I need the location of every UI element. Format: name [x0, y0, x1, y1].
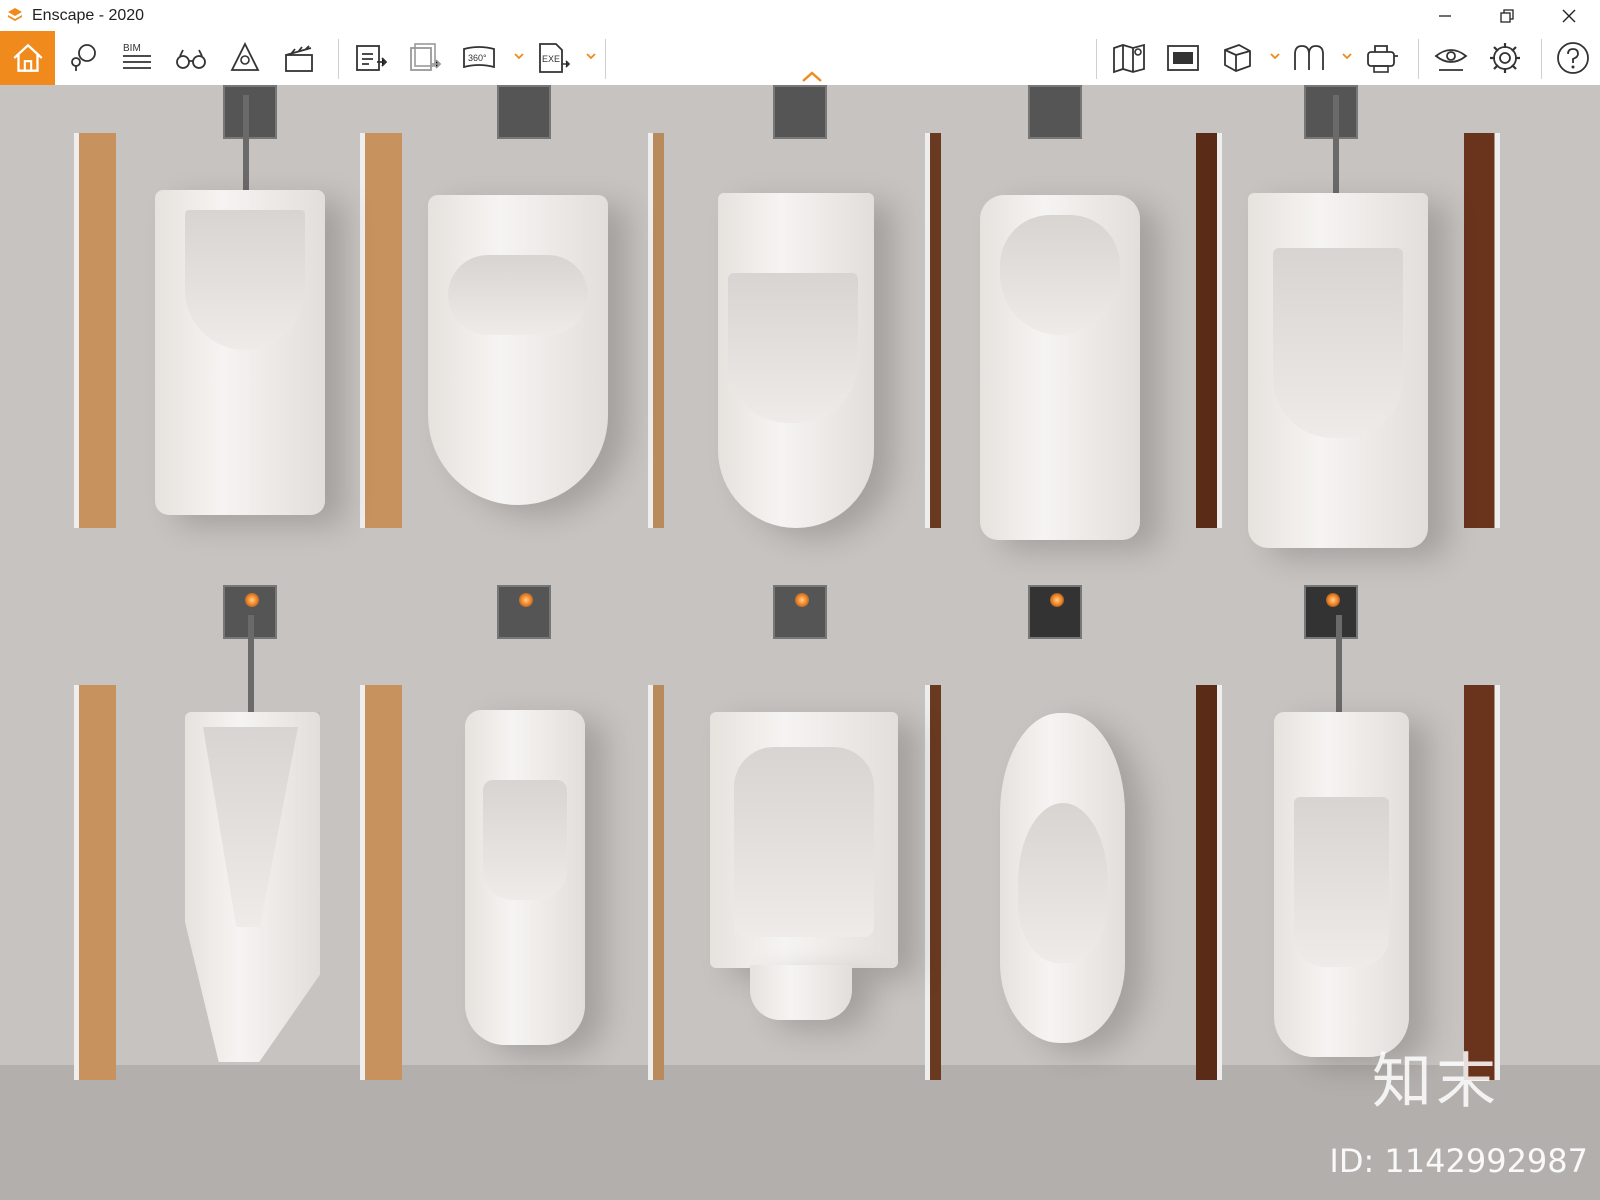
video-editor-button[interactable]	[276, 35, 322, 81]
urinal-1	[155, 190, 325, 515]
asset-library-icon	[1167, 45, 1199, 71]
bim-icon: BIM	[123, 43, 151, 69]
urinal-4	[980, 195, 1140, 540]
minimize-icon	[1439, 14, 1451, 17]
flush-sensor-plate	[1028, 585, 1082, 639]
settings-gear-icon	[1490, 43, 1520, 73]
view-mode-dropdown-chevron-icon[interactable]	[1268, 49, 1282, 63]
restore-icon	[1500, 8, 1514, 23]
flush-sensor-plate	[497, 585, 551, 639]
divider-panel	[360, 133, 402, 528]
divider-panel	[1196, 133, 1222, 528]
flush-sensor-plate	[497, 85, 551, 139]
enscape-logo-icon	[8, 7, 22, 21]
urinal-3	[718, 193, 874, 528]
divider-panel	[925, 685, 941, 1080]
screenshot-export-icon	[356, 45, 388, 71]
help-icon	[1557, 42, 1589, 74]
clapperboard-icon	[285, 45, 313, 72]
export-exe-button[interactable]: EXE	[530, 35, 576, 81]
divider-panel	[648, 133, 664, 528]
batch-render-icon	[410, 43, 442, 71]
divider-panel	[925, 133, 941, 528]
close-button[interactable]	[1538, 0, 1600, 31]
exe-label: EXE	[542, 54, 560, 64]
urinal-10	[1274, 712, 1409, 1057]
flush-pipe	[1336, 615, 1342, 715]
collapse-toolbar-chevron-icon[interactable]	[800, 70, 824, 84]
flush-pipe	[243, 95, 249, 195]
watermark-id: ID: 1142992987	[1329, 1142, 1588, 1180]
vr-headset-icon	[1367, 45, 1398, 73]
chat-pin-icon	[71, 44, 96, 71]
divider-panel	[360, 685, 402, 1080]
title-bar: Enscape - 2020	[0, 0, 1600, 31]
walk-mode-button[interactable]	[168, 35, 214, 81]
urinal-7	[465, 710, 585, 1045]
render-viewport[interactable]: 知末 ID: 1142992987	[0, 85, 1600, 1200]
bim-button[interactable]: BIM	[114, 35, 160, 81]
flush-pipe	[1333, 95, 1339, 195]
divider-panel	[1196, 685, 1222, 1080]
binoculars-icon	[176, 49, 206, 69]
visual-settings-button[interactable]	[1428, 35, 1474, 81]
vr-headset-button[interactable]	[1360, 35, 1406, 81]
flush-sensor-plate	[1028, 85, 1082, 139]
help-button[interactable]	[1550, 35, 1596, 81]
panorama-icon: 360°	[463, 46, 495, 69]
divider-panel	[74, 133, 116, 528]
flush-sensor-plate	[773, 585, 827, 639]
export-dropdown-chevron-icon[interactable]	[584, 49, 598, 63]
map-icon	[1113, 43, 1145, 74]
sound-button[interactable]	[222, 35, 268, 81]
atmosphere-dropdown-chevron-icon[interactable]	[1340, 49, 1354, 63]
restore-button[interactable]	[1476, 0, 1538, 31]
render-image-button[interactable]	[348, 35, 394, 81]
cube-icon	[1224, 44, 1251, 72]
urinal-8-trap	[750, 965, 852, 1020]
visual-settings-icon	[1434, 49, 1468, 71]
urinal-5	[1248, 193, 1428, 548]
asset-library-button[interactable]	[1160, 35, 1206, 81]
atmosphere-button[interactable]	[1286, 35, 1332, 81]
divider-panel	[648, 685, 664, 1080]
map-button[interactable]	[1106, 35, 1152, 81]
flush-sensor-plate	[773, 85, 827, 139]
home-icon	[12, 43, 43, 72]
bim-label: BIM	[123, 43, 141, 54]
batch-render-button[interactable]	[402, 35, 448, 81]
flush-sensor-plate	[1304, 585, 1358, 639]
view-mode-button[interactable]	[1214, 35, 1260, 81]
panorama-dropdown-chevron-icon[interactable]	[512, 49, 526, 63]
minimize-button[interactable]	[1414, 0, 1476, 31]
exe-export-icon: EXE	[539, 43, 571, 73]
urinal-8	[710, 712, 898, 968]
divider-panel	[74, 685, 116, 1080]
atmosphere-icon	[1294, 45, 1324, 70]
bell-cone-icon	[230, 41, 260, 71]
window-title: Enscape - 2020	[32, 6, 145, 24]
panorama-label: 360°	[468, 53, 487, 63]
urinal-6	[185, 712, 320, 1062]
views-button[interactable]	[60, 35, 106, 81]
urinal-2	[428, 195, 608, 505]
watermark-logo: 知末	[1372, 1047, 1500, 1117]
flush-pipe	[248, 615, 254, 715]
close-icon	[1562, 9, 1576, 22]
panorama-button[interactable]: 360°	[456, 35, 502, 81]
settings-button[interactable]	[1482, 35, 1528, 81]
home-button[interactable]	[0, 31, 55, 85]
divider-panel	[1464, 685, 1500, 1080]
divider-panel	[1464, 133, 1500, 528]
urinal-9	[1000, 713, 1125, 1043]
flush-sensor-plate	[1304, 85, 1358, 139]
flush-sensor-plate	[223, 85, 277, 139]
